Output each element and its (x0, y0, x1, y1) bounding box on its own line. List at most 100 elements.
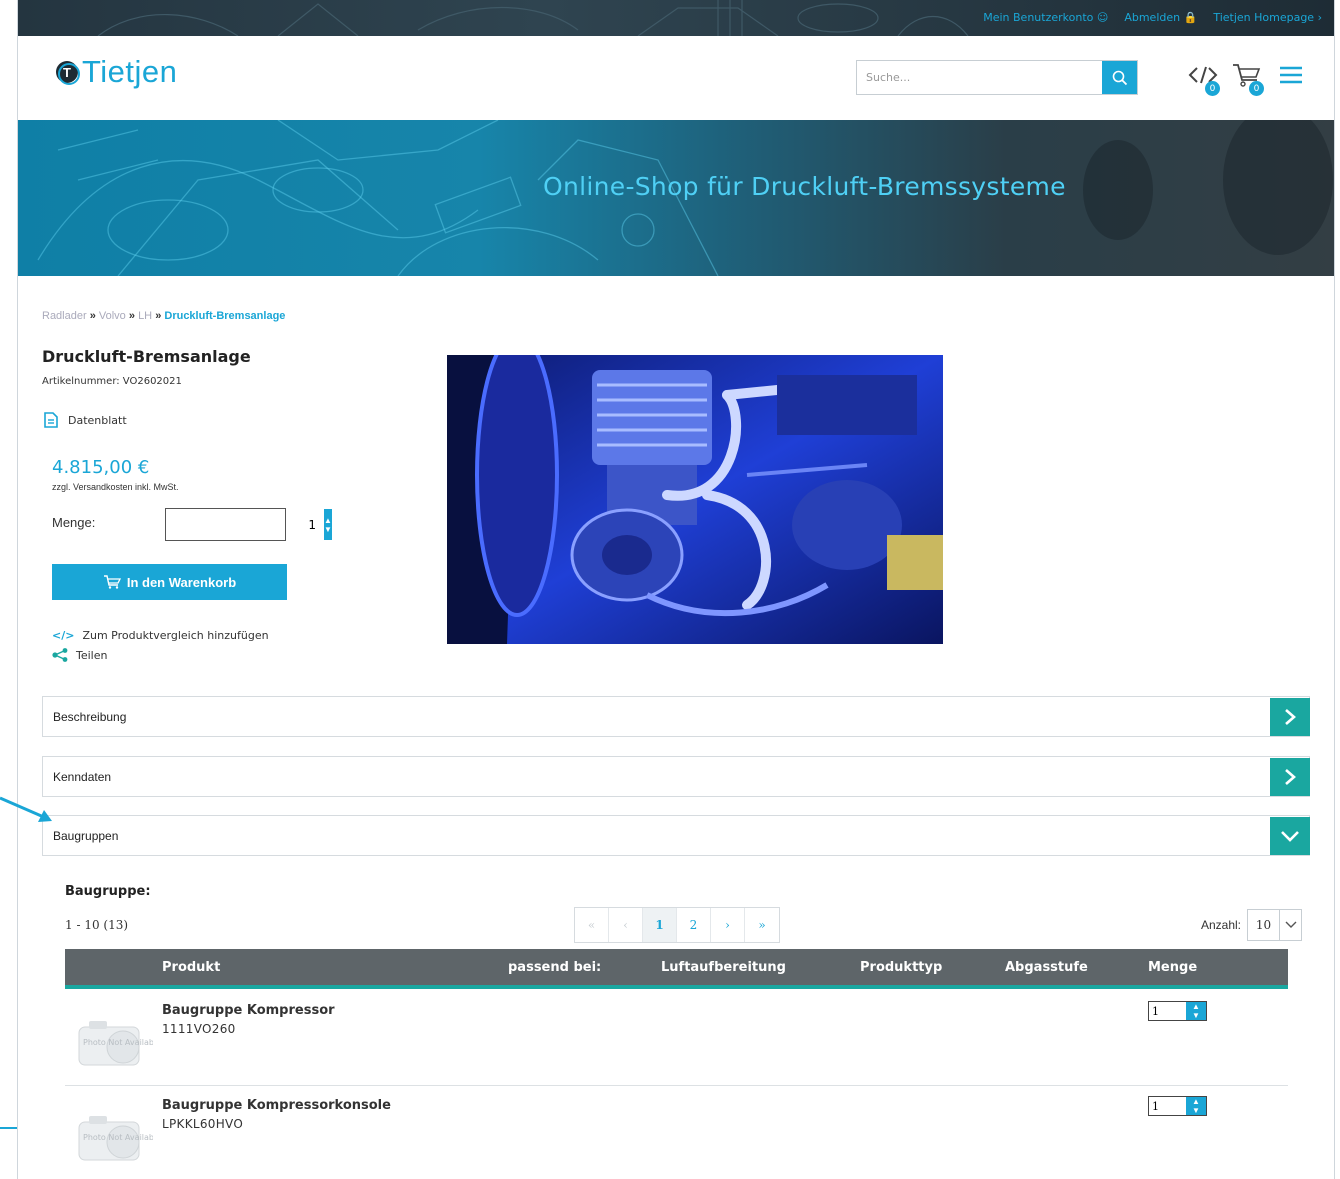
accordion-toggle[interactable] (1270, 817, 1310, 855)
logo[interactable]: T Tietjen (56, 54, 177, 90)
cart-count-badge: 0 (1249, 81, 1264, 96)
compare-label: Zum Produktvergleich hinzufügen (82, 629, 269, 642)
column-header[interactable]: Luftaufbereitung (661, 960, 786, 975)
annotation-arrow-icon (0, 796, 52, 822)
add-to-cart-button[interactable]: In den Warenkorb (52, 564, 287, 600)
compare-count-badge: 0 (1205, 81, 1220, 96)
chevron-right-icon (1285, 709, 1296, 725)
logo-text: Tietjen (82, 54, 178, 89)
pagination: « ‹ 1 2 › » (574, 907, 780, 943)
search-button[interactable] (1102, 61, 1137, 94)
breadcrumb-item[interactable]: Volvo (99, 310, 126, 322)
product-image[interactable] (447, 355, 943, 644)
caret-up-icon[interactable]: ▲ (1192, 1002, 1200, 1011)
column-header[interactable]: Produkt (162, 960, 220, 975)
breadcrumb-item[interactable]: LH (138, 310, 152, 322)
quantity-input[interactable] (1149, 1002, 1186, 1020)
annotation-line (0, 1127, 17, 1129)
table-row: Photo Not Available Baugruppe Kompressor… (65, 991, 1288, 1086)
cart-icon (103, 575, 121, 589)
datasheet-label: Datenblatt (68, 413, 127, 427)
datasheet-link[interactable]: Datenblatt (44, 412, 127, 428)
quantity-label: Menge: (52, 515, 96, 530)
caret-up-icon[interactable]: ▲ (324, 516, 332, 525)
banner-title: Online-Shop für Druckluft-Bremssysteme (543, 172, 1066, 201)
menu-button[interactable] (1274, 58, 1308, 92)
breadcrumb-item[interactable]: Radlader (42, 310, 87, 322)
share-link[interactable]: Teilen (52, 648, 107, 662)
user-icon: ☺ (1096, 11, 1109, 24)
quantity-stepper: ▲ ▼ (1148, 1001, 1207, 1021)
price-note: zzgl. Versandkosten inkl. MwSt. (52, 482, 179, 492)
search-icon (1112, 70, 1127, 85)
product-code: LPKKL60HVO (162, 1117, 244, 1131)
hero-banner: Online-Shop für Druckluft-Bremssysteme (18, 120, 1334, 276)
pager-last[interactable]: » (745, 908, 779, 942)
site-header: T Tietjen 0 (18, 36, 1334, 120)
accordion-toggle[interactable] (1270, 758, 1310, 796)
search-box (856, 60, 1138, 95)
baugruppe-heading: Baugruppe: (65, 884, 151, 899)
logout-link[interactable]: Abmelden 🔒 (1124, 11, 1197, 24)
table-row: Photo Not Available Baugruppe Kompressor… (65, 1086, 1288, 1179)
account-link-label: Mein Benutzerkonto (983, 11, 1094, 24)
search-input[interactable] (857, 61, 1102, 94)
caret-up-icon[interactable]: ▲ (1192, 1097, 1200, 1106)
quantity-stepper: ▲ ▼ (1148, 1096, 1207, 1116)
cart-button[interactable]: 0 (1230, 58, 1264, 96)
quantity-input[interactable] (166, 509, 324, 540)
result-count: 1 - 10 (13) (65, 918, 129, 932)
pager-prev[interactable]: ‹ (609, 908, 643, 942)
account-link[interactable]: Mein Benutzerkonto ☺ (983, 11, 1108, 24)
quantity-input[interactable] (1149, 1097, 1186, 1115)
accordion-toggle[interactable] (1270, 698, 1310, 736)
accordion-beschreibung[interactable]: Beschreibung (42, 696, 1310, 737)
hamburger-menu-icon (1280, 66, 1302, 84)
column-header[interactable]: Menge (1148, 960, 1197, 975)
product-code: 1111VO260 (162, 1022, 236, 1036)
pager-page-2[interactable]: 2 (677, 908, 711, 942)
column-header[interactable]: passend bei: (508, 960, 601, 975)
svg-text:Photo Not Available: Photo Not Available (83, 1133, 153, 1142)
per-page-label: Anzahl: (1200, 918, 1241, 932)
per-page-value: 10 (1255, 918, 1272, 932)
column-header[interactable]: Produkttyp (860, 960, 942, 975)
share-label: Teilen (76, 648, 108, 662)
add-to-compare-link[interactable]: </> Zum Produktvergleich hinzufügen (52, 629, 269, 642)
pager-page-1[interactable]: 1 (643, 908, 677, 942)
breadcrumb-separator: » (155, 310, 162, 322)
product-name[interactable]: Baugruppe Kompressor (162, 1003, 335, 1018)
svg-text:Photo Not Available: Photo Not Available (83, 1038, 153, 1047)
accordion-baugruppen[interactable]: Baugruppen (42, 815, 1310, 856)
homepage-link-label: Tietjen Homepage (1213, 11, 1315, 24)
per-page-select[interactable]: 10 (1247, 909, 1302, 941)
caret-down-icon[interactable]: ▼ (1192, 1011, 1200, 1020)
breadcrumb-current: Druckluft-Bremsanlage (164, 310, 286, 322)
accordion-kenndaten[interactable]: Kenndaten (42, 756, 1310, 797)
chevron-down-icon (1279, 910, 1301, 940)
document-icon (44, 412, 58, 428)
compare-button[interactable]: 0 (1186, 58, 1220, 96)
quantity-spinner[interactable]: ▲ ▼ (324, 509, 332, 540)
lock-icon: 🔒 (1183, 11, 1198, 24)
article-number: Artikelnummer: VO2602021 (42, 376, 182, 387)
header-icons: 0 0 (1186, 58, 1308, 96)
quantity-spinner[interactable]: ▲ ▼ (1186, 1002, 1206, 1020)
compare-icon: </> (52, 629, 75, 642)
product-name[interactable]: Baugruppe Kompressorkonsole (162, 1098, 391, 1113)
column-header[interactable]: Abgasstufe (1005, 960, 1088, 975)
pager-first[interactable]: « (575, 908, 609, 942)
caret-down-icon[interactable]: ▼ (324, 525, 332, 534)
logout-link-label: Abmelden (1124, 11, 1181, 24)
breadcrumb: Radlader » Volvo » LH » Druckluft-Bremsa… (42, 310, 285, 322)
pager-next[interactable]: › (711, 908, 745, 942)
logo-mark: T (56, 61, 80, 85)
quantity-spinner[interactable]: ▲ ▼ (1186, 1097, 1206, 1115)
homepage-link[interactable]: Tietjen Homepage › (1213, 11, 1322, 24)
photo-not-available-image: Photo Not Available (75, 1017, 161, 1069)
caret-down-icon[interactable]: ▼ (1192, 1106, 1200, 1115)
product-title: Druckluft-Bremsanlage (42, 347, 251, 366)
add-to-cart-label: In den Warenkorb (126, 574, 237, 590)
account-links: Mein Benutzerkonto ☺ Abmelden 🔒 Tietjen … (983, 11, 1322, 24)
accordion-label: Kenndaten (53, 770, 112, 784)
